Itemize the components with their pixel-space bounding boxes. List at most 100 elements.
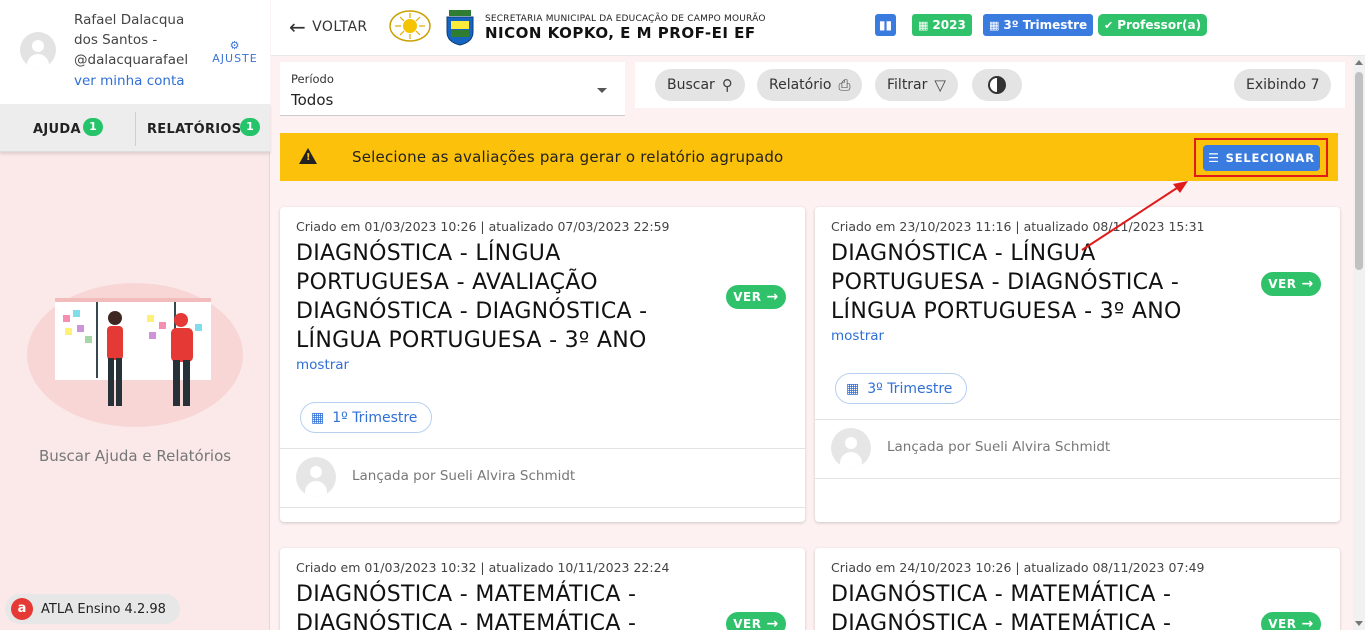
avatar[interactable] <box>20 32 56 68</box>
trimester-tag: ▦ 1º Trimestre <box>300 402 433 433</box>
account-link[interactable]: ver minha conta <box>74 73 185 89</box>
gear-icon: ⚙ <box>229 39 241 52</box>
chart-button[interactable]: ▮▮ <box>875 14 896 36</box>
select-button[interactable]: ☰ SELECIONAR <box>1203 145 1320 171</box>
filter-label: Filtrar <box>887 77 928 93</box>
calendar-icon: ▦ <box>311 409 325 426</box>
printer-icon: ⎙ <box>838 76 851 94</box>
assessment-card: Criado em 01/03/2023 10:32 | atualizado … <box>280 548 805 630</box>
scroll-up-icon[interactable] <box>1355 60 1363 65</box>
view-label: VER <box>733 290 762 304</box>
view-button[interactable]: VER → <box>726 612 786 630</box>
show-more-link[interactable]: mostrar <box>296 357 349 373</box>
role-label: Professor(a) <box>1117 18 1202 32</box>
municipality-sun-logo <box>389 10 431 42</box>
card-meta: Criado em 23/10/2023 11:16 | atualizado … <box>831 219 1205 234</box>
report-label: Relatório <box>769 77 832 93</box>
arrow-right-icon: → <box>766 616 779 630</box>
card-meta: Criado em 01/03/2023 10:32 | atualizado … <box>296 560 670 575</box>
tab-help[interactable]: AJUDA <box>33 122 81 137</box>
card-meta: Criado em 24/10/2023 10:26 | atualizado … <box>831 560 1205 575</box>
select-label: SELECIONAR <box>1225 151 1315 165</box>
card-title: DIAGNÓSTICA - LÍNGUA PORTUGUESA - DIAGNÓ… <box>831 241 1182 324</box>
view-button[interactable]: VER → <box>1261 272 1321 296</box>
top-header: ← VOLTAR SECRETARIA MUNICIPAL DA EDUCAÇÃ… <box>271 0 1365 56</box>
search-label: Buscar <box>667 77 715 93</box>
card-divider <box>280 507 805 508</box>
card-meta: Criado em 01/03/2023 10:26 | atualizado … <box>296 219 670 234</box>
year-chip[interactable]: ▦ 2023 <box>912 14 972 36</box>
school-name: NICON KOPKO, E M PROF-EI EF <box>485 24 756 42</box>
atla-logo-icon: a <box>11 598 33 620</box>
help-search-text: Buscar Ajuda e Relatórios <box>38 447 232 465</box>
report-button[interactable]: Relatório ⎙ <box>757 69 863 101</box>
search-icon: ⚲ <box>721 76 733 94</box>
version-badge[interactable]: a ATLA Ensino 4.2.98 <box>5 594 180 624</box>
role-chip[interactable]: ✔ Professor(a) <box>1098 14 1208 36</box>
card-divider <box>815 478 1340 479</box>
view-label: VER <box>1268 277 1297 291</box>
trimester-tag: ▦ 3º Trimestre <box>835 373 968 404</box>
trimester-tag-label: 3º Trimestre <box>867 380 953 397</box>
calendar-icon: ▦ <box>989 18 1000 32</box>
chevron-down-icon <box>597 88 607 93</box>
help-count-badge: 1 <box>83 118 103 136</box>
view-button[interactable]: VER → <box>726 285 786 309</box>
tab-divider <box>135 112 136 146</box>
back-label: VOLTAR <box>312 19 368 35</box>
arrow-right-icon: → <box>1301 616 1314 630</box>
user-name: Rafael Dalacqua dos Santos - @dalacquara… <box>74 12 189 68</box>
banner-message: Selecione as avaliações para gerar o rel… <box>352 148 784 166</box>
period-select[interactable]: Período Todos <box>280 62 625 116</box>
check-circle-icon: ✔ <box>1104 18 1114 32</box>
trimester-tag-label: 1º Trimestre <box>332 409 418 426</box>
school-subtitle: SECRETARIA MUNICIPAL DA EDUCAÇÃO DE CAMP… <box>485 14 766 24</box>
calendar-icon: ▦ <box>846 380 860 397</box>
view-button[interactable]: VER → <box>1261 612 1321 630</box>
trimester-label: 3º Trimestre <box>1003 18 1088 32</box>
tab-reports[interactable]: RELATÓRIOS <box>147 122 241 137</box>
year-label: 2023 <box>932 18 966 32</box>
scroll-down-icon[interactable] <box>1355 621 1363 626</box>
contrast-icon <box>988 76 1006 94</box>
view-label: VER <box>1268 617 1297 630</box>
avatar <box>831 428 871 468</box>
launched-by: Lançada por Sueli Alvira Schmidt <box>352 468 576 484</box>
search-button[interactable]: Buscar ⚲ <box>655 69 745 101</box>
card-divider <box>280 448 805 449</box>
warning-icon: ! <box>299 148 317 164</box>
assessment-card: Criado em 23/10/2023 11:16 | atualizado … <box>815 207 1340 522</box>
assessment-card: Criado em 24/10/2023 10:26 | atualizado … <box>815 548 1340 630</box>
arrow-right-icon: → <box>1301 276 1314 292</box>
version-label: ATLA Ensino 4.2.98 <box>41 601 166 617</box>
page-scrollbar[interactable] <box>1353 56 1365 630</box>
show-more-link[interactable]: mostrar <box>831 328 884 344</box>
reports-count-badge: 1 <box>240 118 260 136</box>
card-title: DIAGNÓSTICA - LÍNGUA PORTUGUESA - AVALIA… <box>296 241 648 353</box>
bar-chart-icon: ▮▮ <box>878 18 893 32</box>
back-button[interactable]: ← VOLTAR <box>289 17 368 37</box>
period-label: Período <box>291 72 334 86</box>
card-title: DIAGNÓSTICA - MATEMÁTICA - DIAGNÓSTICA -… <box>296 582 637 630</box>
contrast-toggle[interactable] <box>972 69 1022 101</box>
filter-button[interactable]: Filtrar ▽ <box>875 69 958 101</box>
settings-label: AJUSTE <box>212 52 258 65</box>
sidebar: Rafael Dalacqua dos Santos - @dalacquara… <box>0 0 270 630</box>
list-icon: ☰ <box>1208 151 1220 165</box>
card-title: DIAGNÓSTICA - MATEMÁTICA - DIAGNÓSTICA -… <box>831 582 1172 630</box>
launched-by: Lançada por Sueli Alvira Schmidt <box>887 439 1111 455</box>
filter-icon: ▽ <box>934 76 946 94</box>
view-label: VER <box>733 617 762 630</box>
arrow-right-icon: → <box>766 289 779 305</box>
trimester-chip[interactable]: ▦ 3º Trimestre <box>983 14 1094 36</box>
municipality-shield-logo <box>446 10 474 46</box>
help-illustration <box>27 283 243 427</box>
warning-banner: ! Selecione as avaliações para gerar o r… <box>280 133 1338 181</box>
period-value: Todos <box>291 91 334 109</box>
settings-button[interactable]: ⚙ AJUSTE <box>208 39 262 66</box>
calendar-icon: ▦ <box>918 18 929 32</box>
scroll-thumb[interactable] <box>1355 72 1363 270</box>
sidebar-tabs: AJUDA RELATÓRIOS <box>0 104 270 152</box>
showing-count: Exibindo 7 <box>1234 69 1332 101</box>
user-panel: Rafael Dalacqua dos Santos - @dalacquara… <box>0 0 270 104</box>
